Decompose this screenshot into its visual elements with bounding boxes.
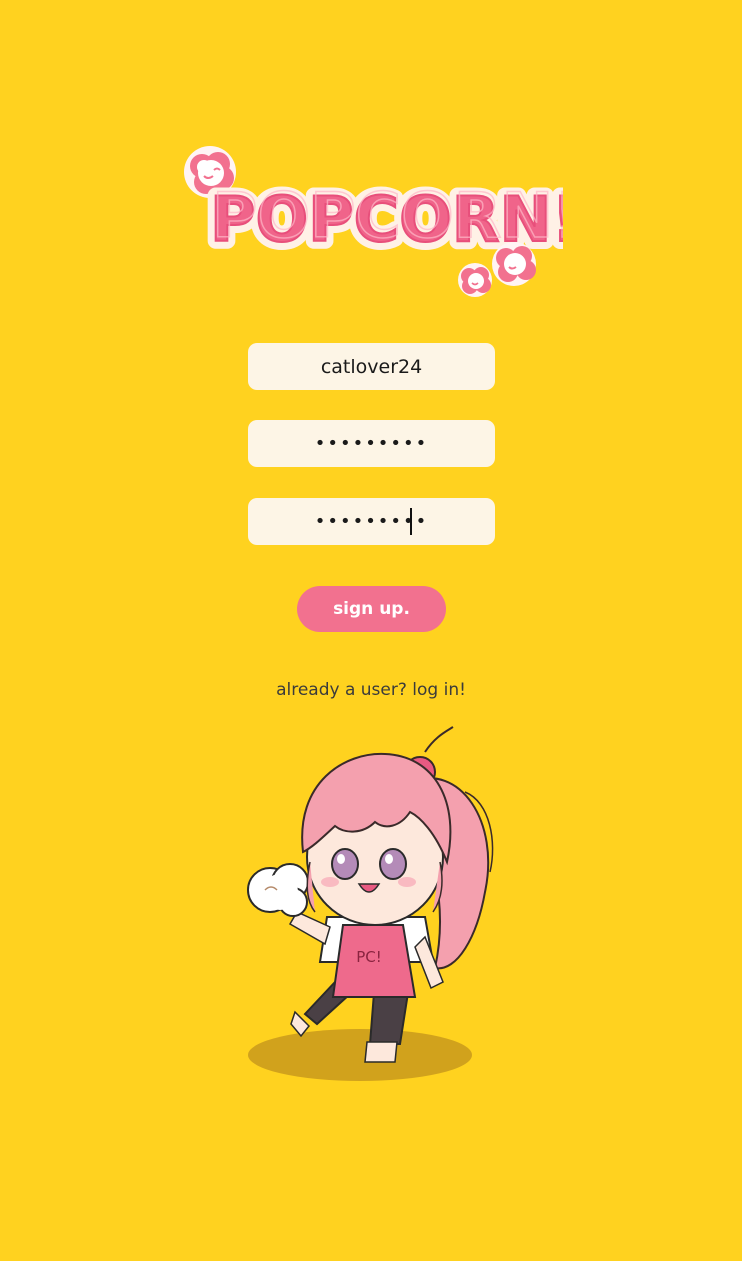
text-caret <box>410 508 412 535</box>
mascot-eye <box>379 848 407 880</box>
apron-text: PC! <box>356 948 382 966</box>
popcorn-logo: POPCORN! POPCORN! POPCORN! <box>178 140 563 300</box>
mascot-shadow <box>248 1029 472 1081</box>
username-input[interactable] <box>248 343 495 390</box>
logo-text-highlight: POPCORN! <box>212 179 563 252</box>
popcorn-kernel-icon <box>458 263 492 297</box>
confirm-password-input[interactable] <box>248 498 495 545</box>
mascot-illustration: PC! <box>235 722 515 1092</box>
mascot-arm <box>288 911 331 946</box>
mascot-eye <box>331 848 359 880</box>
login-link[interactable]: already a user? log in! <box>0 680 742 700</box>
signup-button[interactable]: sign up. <box>297 586 446 632</box>
password-input[interactable] <box>248 420 495 467</box>
popcorn-kernel-icon <box>247 863 309 917</box>
popcorn-kernel-icon <box>492 242 536 286</box>
